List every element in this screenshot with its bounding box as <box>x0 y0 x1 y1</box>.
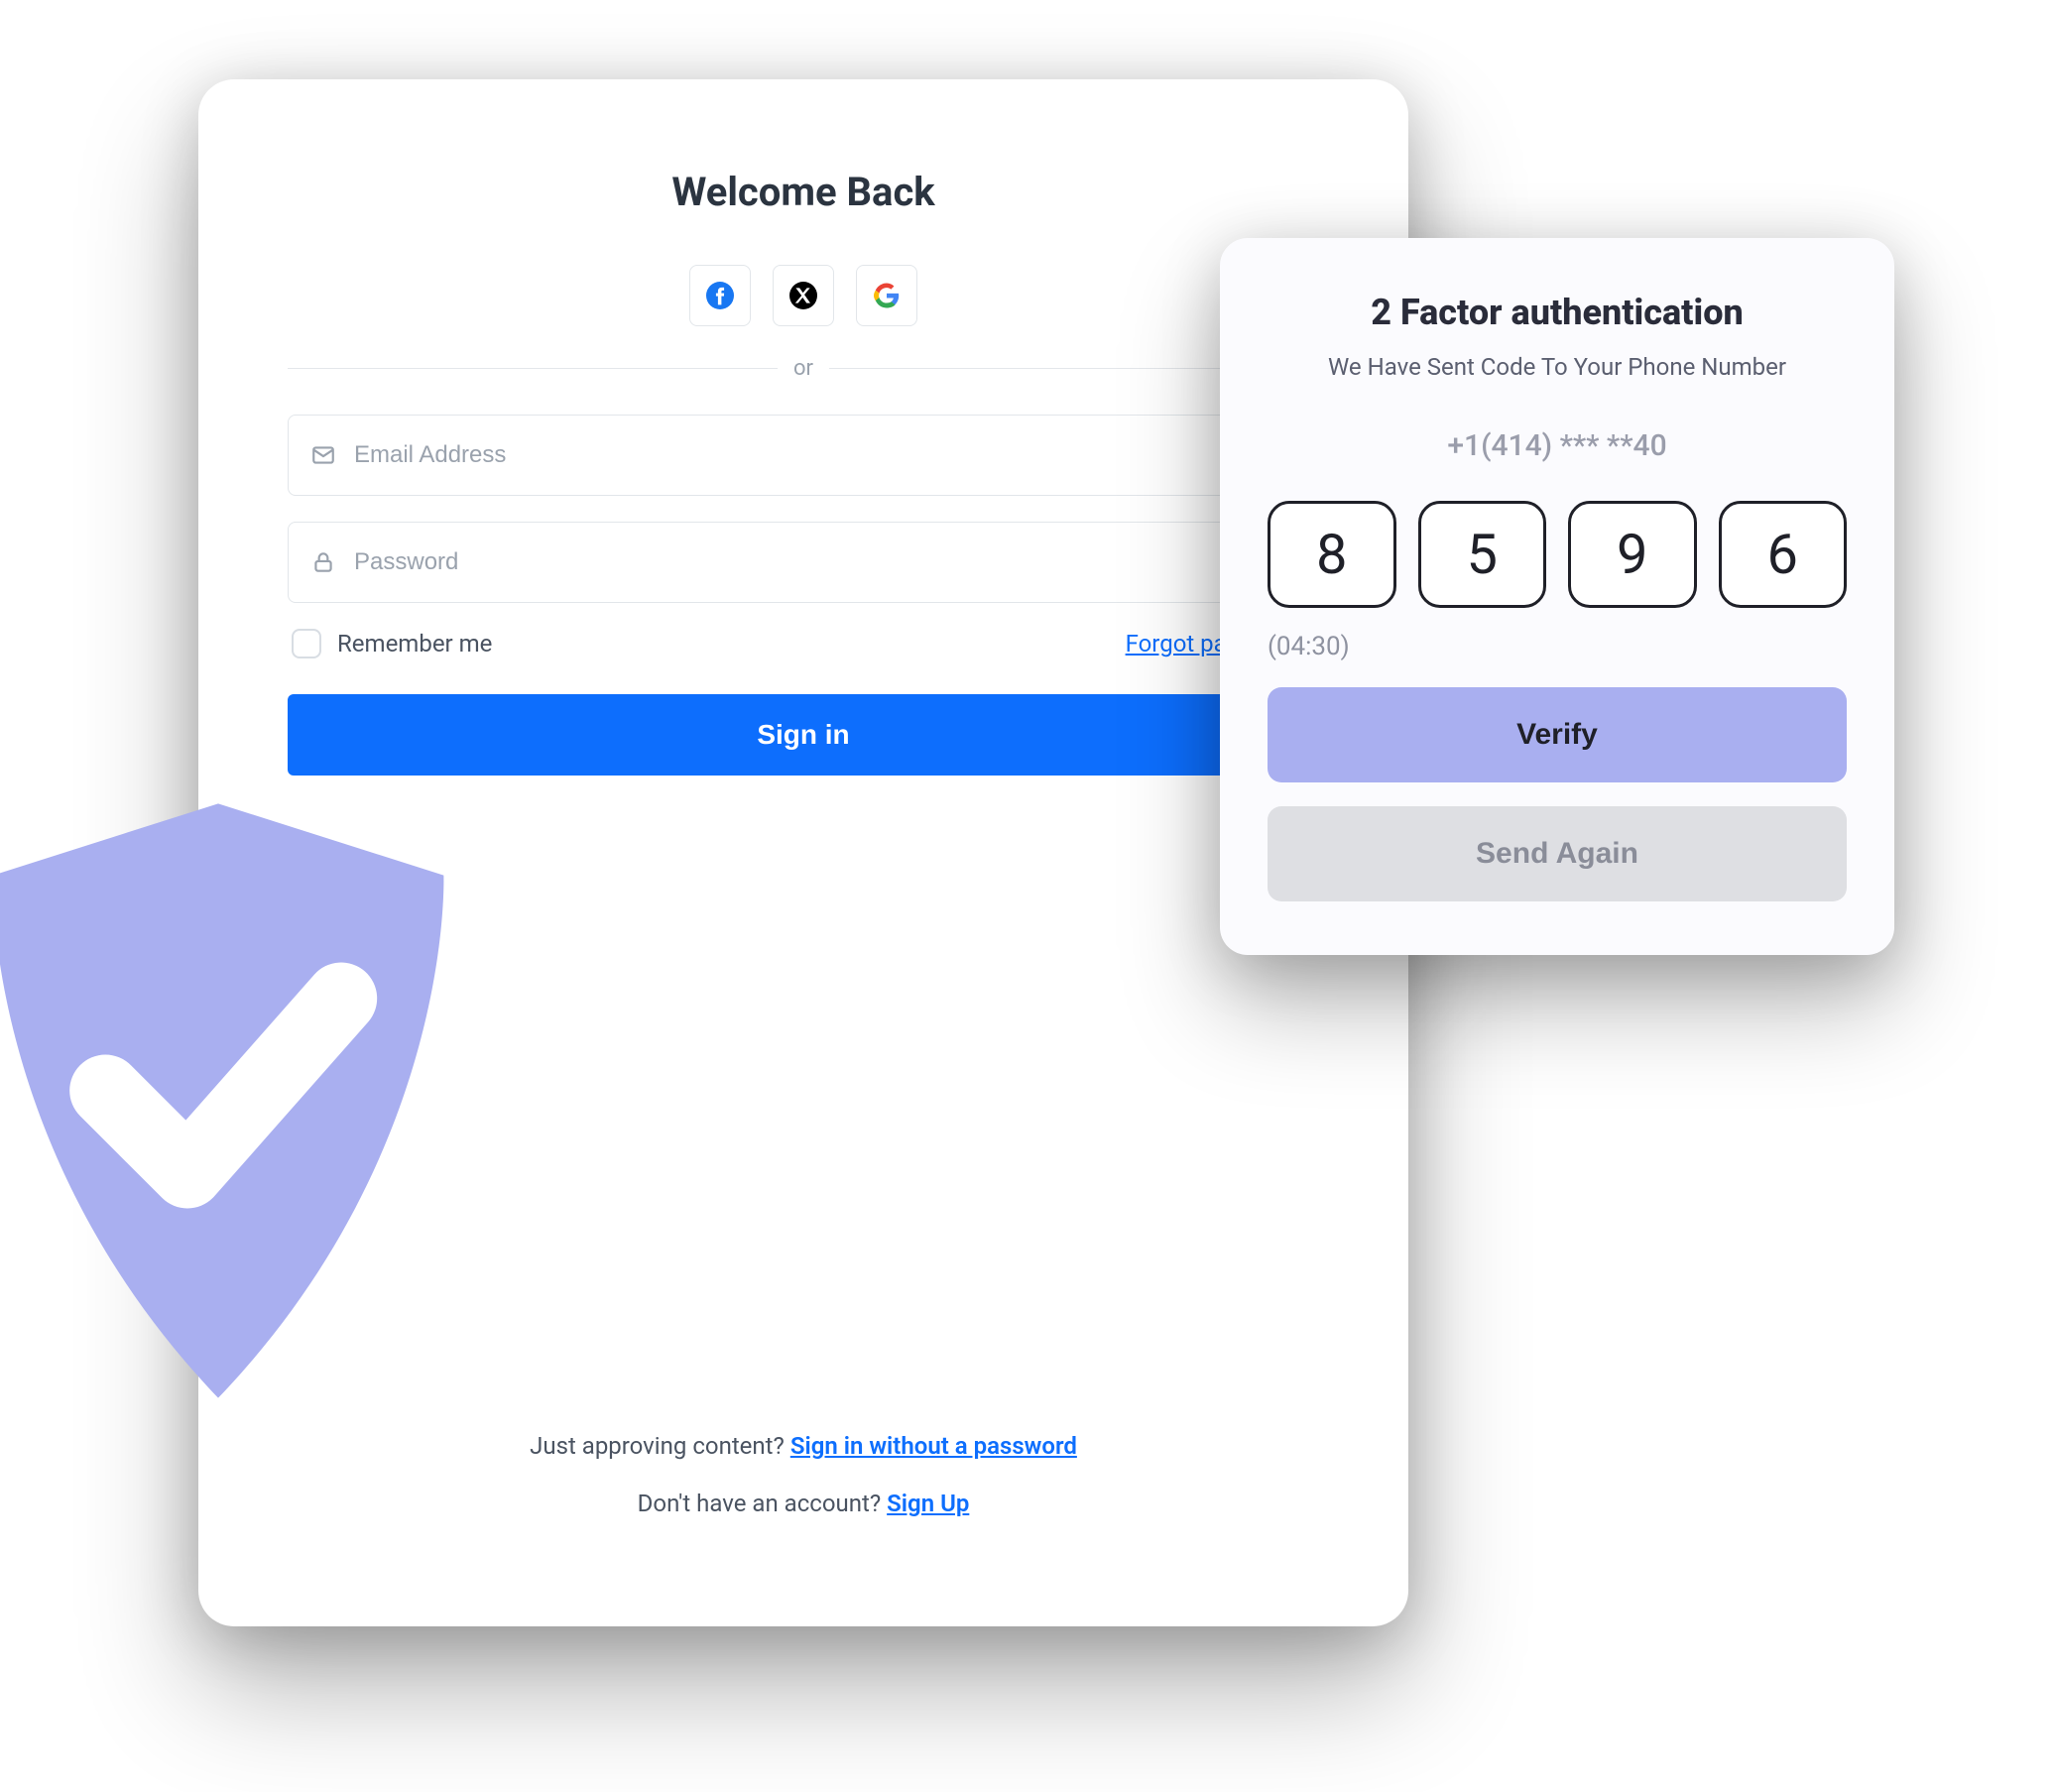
signup-text: Don't have an account? <box>638 1490 887 1517</box>
password-field-wrap <box>288 522 1319 603</box>
signup-line: Don't have an account? Sign Up <box>198 1490 1408 1517</box>
email-input[interactable] <box>354 441 1296 469</box>
code-digit-4[interactable]: 6 <box>1719 501 1848 608</box>
email-field-wrap <box>288 415 1319 496</box>
lock-icon <box>310 549 336 575</box>
twofa-subtitle: We Have Sent Code To Your Phone Number <box>1268 353 1847 381</box>
code-digit-3[interactable]: 9 <box>1568 501 1697 608</box>
mail-icon <box>310 442 336 468</box>
send-again-button[interactable]: Send Again <box>1268 806 1847 901</box>
google-login-button[interactable] <box>856 265 917 326</box>
x-icon <box>789 282 817 309</box>
password-input[interactable] <box>354 548 1296 576</box>
login-footer: Just approving content? Sign in without … <box>198 1432 1408 1547</box>
remember-checkbox[interactable] <box>292 629 321 658</box>
divider-or: or <box>288 356 1319 381</box>
remember-me: Remember me <box>292 629 492 658</box>
code-digit-2[interactable]: 5 <box>1418 501 1547 608</box>
login-form: Remember me Forgot password? Sign in <box>258 415 1349 776</box>
signin-button[interactable]: Sign in <box>288 694 1319 776</box>
twofa-phone-masked: +1(414) *** **40 <box>1268 428 1847 463</box>
verify-button[interactable]: Verify <box>1268 687 1847 782</box>
approver-text: Just approving content? <box>530 1432 790 1460</box>
approver-line: Just approving content? Sign in without … <box>198 1432 1408 1460</box>
social-login-row <box>258 265 1349 326</box>
twofa-title: 2 Factor authentication <box>1268 292 1847 333</box>
facebook-login-button[interactable] <box>689 265 751 326</box>
code-digit-1[interactable]: 8 <box>1268 501 1396 608</box>
remember-label: Remember me <box>337 630 492 657</box>
x-login-button[interactable] <box>773 265 834 326</box>
facebook-icon <box>706 282 734 309</box>
twofa-card: 2 Factor authentication We Have Sent Cod… <box>1220 238 1894 955</box>
signin-without-password-link[interactable]: Sign in without a password <box>790 1432 1077 1460</box>
code-input-row: 8 5 9 6 <box>1268 501 1847 608</box>
signup-link[interactable]: Sign Up <box>887 1490 969 1517</box>
login-title: Welcome Back <box>258 169 1349 215</box>
remember-forgot-row: Remember me Forgot password? <box>288 629 1319 658</box>
divider-label: or <box>793 356 813 381</box>
countdown-timer: (04:30) <box>1268 632 1847 661</box>
google-icon <box>874 283 900 308</box>
